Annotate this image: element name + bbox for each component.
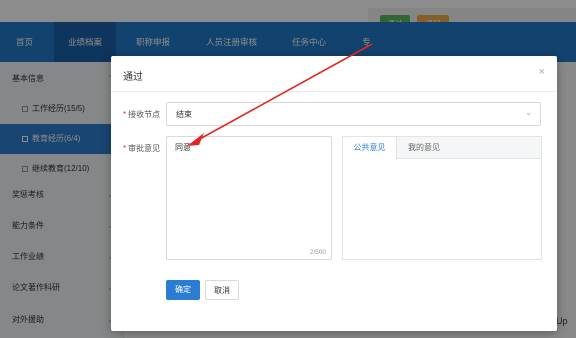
receive-node-label: * 接收节点 (123, 109, 160, 120)
receive-node-value: 结束 (176, 110, 192, 119)
opinion-textarea[interactable]: 同意 2/500 (166, 136, 332, 260)
chevron-down-icon: ⌄ (525, 108, 532, 117)
opinion-label-text: 审批意见 (128, 144, 161, 153)
opinion-library: 公共意见 我的意见 (342, 136, 542, 260)
dialog-title: 通过 (123, 72, 143, 83)
confirm-button[interactable]: 确定 (166, 280, 200, 300)
receive-node-label-text: 接收节点 (128, 110, 161, 119)
opinion-value: 同意 (175, 143, 191, 152)
required-asterisk: * (123, 144, 127, 153)
opinion-tabs: 公共意见 我的意见 (343, 137, 541, 160)
dialog-divider (111, 91, 557, 92)
tab-public-opinions[interactable]: 公共意见 (343, 137, 397, 160)
approve-dialog: 通过 × * 接收节点 结束 ⌄ * 审批意见 同意 2/500 公共意见 我的意见… (111, 56, 557, 331)
opinion-label: * 审批意见 (123, 143, 160, 154)
tab-my-opinions[interactable]: 我的意见 (397, 137, 451, 159)
required-asterisk: * (123, 110, 127, 119)
app-root: 通过 退回 首页 业绩档案 职称申报 人员注册审核 任务中心 专 基本信息 ⌃ … (0, 0, 576, 338)
receive-node-select[interactable]: 结束 ⌄ (166, 102, 541, 126)
cancel-button[interactable]: 取消 (205, 280, 239, 300)
close-icon[interactable]: × (539, 66, 545, 78)
char-count: 2/500 (309, 249, 326, 256)
